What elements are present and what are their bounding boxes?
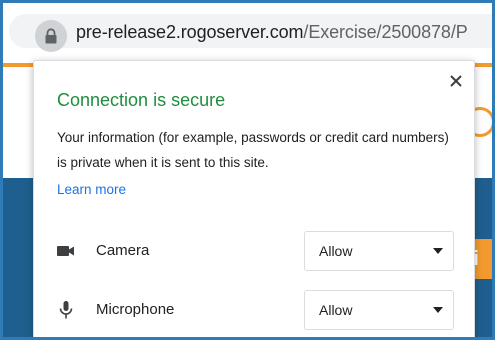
browser-window: gi pre-release2.rogoserver.com/Exercise/…	[3, 3, 492, 337]
permission-row-camera: Camera Allow	[34, 231, 474, 271]
camera-permission-value: Allow	[319, 243, 353, 259]
close-button[interactable]	[444, 69, 468, 93]
microphone-permission-value: Allow	[319, 302, 353, 318]
site-info-popup: Connection is secure Your information (f…	[33, 60, 475, 337]
permission-row-microphone: Microphone Allow	[34, 290, 474, 330]
learn-more-link[interactable]: Learn more	[57, 182, 126, 197]
permission-label-camera: Camera	[96, 242, 150, 259]
camera-icon	[56, 241, 76, 261]
url-text[interactable]: pre-release2.rogoserver.com/Exercise/250…	[76, 22, 468, 43]
url-host: pre-release2.rogoserver.com	[76, 22, 304, 42]
camera-permission-select[interactable]: Allow	[304, 231, 454, 271]
lock-icon	[45, 28, 57, 44]
close-icon	[450, 75, 462, 87]
site-info-button[interactable]	[35, 20, 67, 52]
permission-label-microphone: Microphone	[96, 301, 175, 318]
chevron-down-icon	[433, 307, 443, 313]
url-path: /Exercise/2500878/P	[303, 22, 468, 42]
microphone-permission-select[interactable]: Allow	[304, 290, 454, 330]
connection-description: Your information (for example, passwords…	[57, 130, 449, 170]
address-bar: pre-release2.rogoserver.com/Exercise/250…	[3, 3, 492, 57]
chevron-down-icon	[433, 248, 443, 254]
microphone-icon	[56, 300, 76, 320]
connection-status-title: Connection is secure	[57, 90, 226, 110]
